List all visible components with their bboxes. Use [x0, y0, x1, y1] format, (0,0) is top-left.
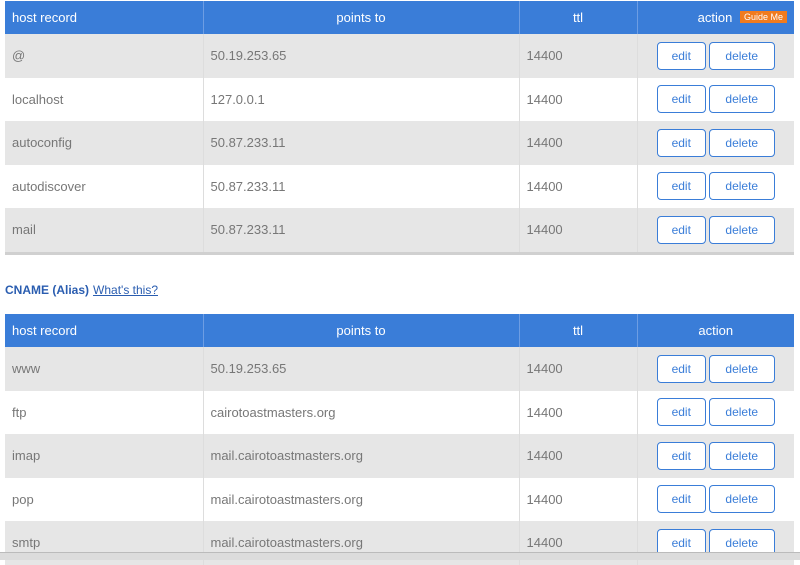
delete-button[interactable]: delete	[708, 485, 775, 514]
host-cell: ftp	[5, 390, 204, 434]
cname-section-title: CNAME (Alias) What's this?	[5, 283, 158, 297]
delete-button[interactable]: delete	[708, 172, 775, 201]
ttl-cell: 14400	[519, 121, 638, 165]
action-cell: edit delete	[637, 477, 794, 521]
table-row: www 50.19.253.65 14400 edit delete	[5, 347, 794, 391]
host-cell: @	[5, 34, 204, 78]
a-records-table: host record points to ttl action Guide M…	[5, 1, 794, 252]
ttl-cell: 14400	[519, 164, 638, 208]
points-to-cell: 50.19.253.65	[203, 34, 520, 78]
guide-me-button[interactable]: Guide Me	[739, 11, 787, 23]
edit-button[interactable]: edit	[656, 41, 706, 70]
points-to-cell: 127.0.0.1	[203, 77, 520, 121]
table-row: autodiscover 50.87.233.11 14400 edit dele…	[5, 164, 794, 208]
edit-button[interactable]: edit	[656, 172, 706, 201]
points-to-cell: 50.87.233.11	[203, 164, 520, 208]
ttl-cell: 14400	[519, 34, 638, 78]
column-header-ttl: ttl	[519, 314, 638, 347]
action-cell: edit delete	[637, 390, 794, 434]
host-cell: mail	[5, 208, 204, 252]
table-header-row: host record points to ttl action	[5, 314, 794, 347]
points-to-cell: cairotoastmasters.org	[203, 390, 520, 434]
table-row: imap mail.cairotoastmasters.org 14400 ed…	[5, 434, 794, 478]
delete-button[interactable]: delete	[708, 85, 775, 114]
ttl-cell: 14400	[519, 477, 638, 521]
delete-button[interactable]: delete	[708, 354, 775, 383]
cname-records-table: host record points to ttl action www 50.…	[5, 314, 794, 565]
table-row: mail 50.87.233.11 14400 edit delete	[5, 208, 794, 252]
action-cell: edit delete	[637, 434, 794, 478]
action-header-label: action	[697, 10, 733, 25]
host-cell: autodiscover	[5, 164, 204, 208]
table-bottom-shadow	[5, 252, 794, 255]
points-to-cell: mail.cairotoastmasters.org	[203, 434, 520, 478]
edit-button[interactable]: edit	[656, 85, 706, 114]
edit-button[interactable]: edit	[656, 441, 706, 470]
ttl-cell: 14400	[519, 347, 638, 391]
edit-button[interactable]: edit	[656, 215, 706, 244]
column-header-points-to: points to	[203, 1, 520, 34]
column-header-action: action Guide Me	[637, 1, 794, 34]
delete-button[interactable]: delete	[708, 215, 775, 244]
table-row: pop mail.cairotoastmasters.org 14400 edi…	[5, 477, 794, 521]
edit-button[interactable]: edit	[656, 485, 706, 514]
delete-button[interactable]: delete	[708, 441, 775, 470]
edit-button[interactable]: edit	[656, 398, 706, 427]
table-row: localhost 127.0.0.1 14400 edit delete	[5, 77, 794, 121]
table-row: @ 50.19.253.65 14400 edit delete	[5, 34, 794, 78]
action-cell: edit delete	[637, 77, 794, 121]
delete-button[interactable]: delete	[708, 128, 775, 157]
action-cell: edit delete	[637, 121, 794, 165]
table-row: ftp cairotoastmasters.org 14400 edit dele…	[5, 390, 794, 434]
ttl-cell: 14400	[519, 77, 638, 121]
whats-this-link[interactable]: What's this?	[93, 283, 158, 297]
delete-button[interactable]: delete	[708, 41, 775, 70]
action-cell: edit delete	[637, 164, 794, 208]
column-header-host: host record	[5, 314, 204, 347]
cname-title-label: CNAME (Alias)	[5, 283, 90, 297]
table-header-row: host record points to ttl action Guide M…	[5, 1, 794, 34]
ttl-cell: 14400	[519, 390, 638, 434]
table-row: autoconfig 50.87.233.11 14400 edit delete	[5, 121, 794, 165]
edit-button[interactable]: edit	[656, 354, 706, 383]
points-to-cell: mail.cairotoastmasters.org	[203, 477, 520, 521]
edit-button[interactable]: edit	[656, 128, 706, 157]
column-header-host: host record	[5, 1, 204, 34]
action-cell: edit delete	[637, 208, 794, 252]
column-header-action: action	[637, 314, 794, 347]
points-to-cell: 50.19.253.65	[203, 347, 520, 391]
ttl-cell: 14400	[519, 208, 638, 252]
host-cell: pop	[5, 477, 204, 521]
column-header-points-to: points to	[203, 314, 520, 347]
host-cell: imap	[5, 434, 204, 478]
host-cell: localhost	[5, 77, 204, 121]
column-header-ttl: ttl	[519, 1, 638, 34]
points-to-cell: 50.87.233.11	[203, 208, 520, 252]
host-cell: autoconfig	[5, 121, 204, 165]
action-cell: edit delete	[637, 34, 794, 78]
host-cell: www	[5, 347, 204, 391]
delete-button[interactable]: delete	[708, 398, 775, 427]
ttl-cell: 14400	[519, 434, 638, 478]
action-cell: edit delete	[637, 347, 794, 391]
points-to-cell: 50.87.233.11	[203, 121, 520, 165]
